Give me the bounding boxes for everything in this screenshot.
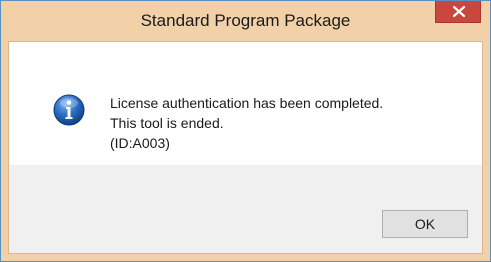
- info-icon: [53, 94, 85, 126]
- message-dialog: Standard Program Package License authent…: [0, 0, 491, 262]
- close-icon: [453, 6, 465, 17]
- ok-button[interactable]: OK: [382, 210, 468, 238]
- close-button[interactable]: [435, 1, 481, 23]
- button-bar: OK: [9, 165, 482, 253]
- message-id: (ID:A003): [110, 135, 170, 151]
- title-bar[interactable]: Standard Program Package: [1, 1, 490, 41]
- message-line: This tool is ended.: [110, 115, 224, 131]
- message-line: License authentication has been complete…: [110, 95, 384, 111]
- dialog-title: Standard Program Package: [140, 11, 351, 30]
- dialog-body: License authentication has been complete…: [8, 41, 483, 254]
- message-text: License authentication has been complete…: [110, 93, 383, 153]
